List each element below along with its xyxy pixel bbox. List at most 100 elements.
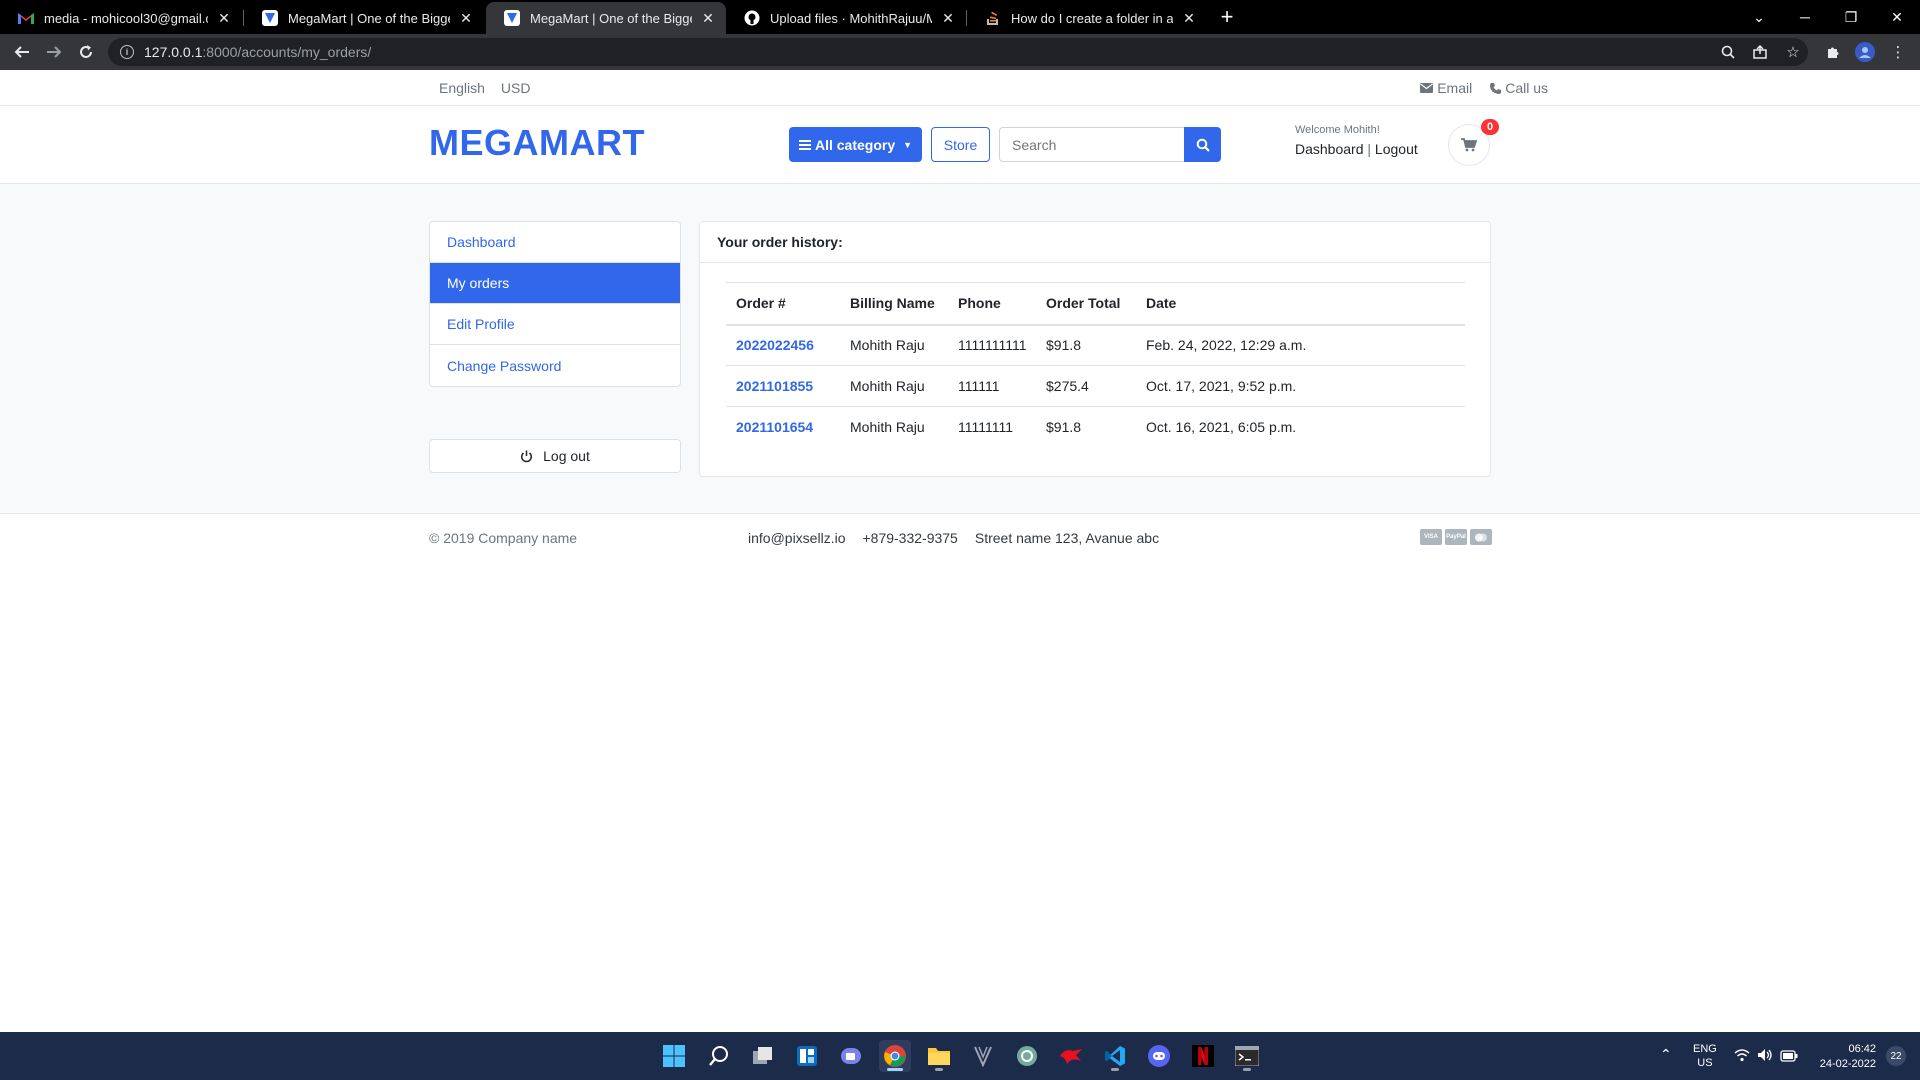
email-label: Email bbox=[1437, 80, 1473, 96]
call-link[interactable]: Call us bbox=[1490, 80, 1548, 96]
call-label: Call us bbox=[1505, 80, 1548, 96]
widgets-icon[interactable] bbox=[791, 1040, 823, 1072]
paypal-card-icon: PayPal bbox=[1445, 529, 1467, 545]
alienware-icon[interactable] bbox=[967, 1040, 999, 1072]
shopping-cart-icon bbox=[1461, 138, 1477, 152]
tab-megamart-1[interactable]: MegaMart | One of the Biggest C ✕ bbox=[244, 2, 484, 34]
site-info-icon[interactable]: i bbox=[120, 45, 134, 59]
order-number-link[interactable]: 2022022456 bbox=[726, 324, 840, 366]
forward-button[interactable] bbox=[42, 40, 66, 64]
sidebar-item-edit-profile[interactable]: Edit Profile bbox=[430, 304, 680, 345]
browser-toolbar: i 127.0.0.1:8000/accounts/my_orders/ ☆ ⋮ bbox=[0, 34, 1920, 70]
notification-count: 22 bbox=[1890, 1050, 1902, 1062]
chrome-icon[interactable] bbox=[879, 1040, 911, 1072]
table-header-row: Order # Billing Name Phone Order Total D… bbox=[726, 282, 1465, 326]
language-selector[interactable]: English bbox=[439, 80, 485, 96]
search-button[interactable] bbox=[1184, 127, 1221, 162]
tab-title: Upload files · MohithRajuu/Mega bbox=[770, 10, 932, 26]
tray-overflow-chevron-icon[interactable]: ⌃ bbox=[1660, 1046, 1672, 1063]
order-total-cell: $91.8 bbox=[1046, 419, 1082, 436]
discord-icon[interactable] bbox=[1143, 1040, 1175, 1072]
tab-megamart-active[interactable]: MegaMart | One of the Biggest C ✕ bbox=[486, 2, 726, 34]
back-button[interactable] bbox=[10, 40, 34, 64]
battery-icon[interactable] bbox=[1780, 1049, 1798, 1067]
order-number-link[interactable]: 2021101654 bbox=[726, 407, 840, 448]
tab-gmail[interactable]: media - mohicool30@gmail.com ✕ bbox=[0, 2, 242, 34]
date-cell: Oct. 16, 2021, 6:05 p.m. bbox=[1146, 419, 1297, 436]
dashboard-link[interactable]: Dashboard bbox=[1295, 141, 1364, 157]
chatgpt-icon[interactable] bbox=[1011, 1040, 1043, 1072]
sidebar-item-change-password[interactable]: Change Password bbox=[430, 345, 680, 386]
chrome-menu-icon[interactable]: ⋮ bbox=[1888, 42, 1908, 62]
volume-icon[interactable] bbox=[1757, 1048, 1773, 1067]
extensions-puzzle-icon[interactable] bbox=[1823, 42, 1843, 62]
column-header: Order # bbox=[726, 282, 840, 326]
close-icon[interactable]: ✕ bbox=[700, 10, 716, 27]
brand-logo[interactable]: MEGAMART bbox=[429, 122, 645, 164]
tab-search-icon[interactable]: ⌄ bbox=[1736, 0, 1782, 34]
file-explorer-icon[interactable] bbox=[923, 1040, 955, 1072]
tab-title: MegaMart | One of the Biggest C bbox=[530, 10, 692, 26]
minimize-button[interactable]: ─ bbox=[1782, 0, 1828, 34]
footer-phone[interactable]: +879-332-9375 bbox=[862, 530, 957, 546]
currency-selector[interactable]: USD bbox=[501, 80, 531, 96]
log-out-label: Log out bbox=[543, 448, 590, 464]
date-cell: Feb. 24, 2022, 12:29 a.m. bbox=[1136, 324, 1465, 366]
billing-name-cell: Mohith Raju bbox=[840, 365, 948, 407]
search-icon[interactable] bbox=[703, 1040, 735, 1072]
tab-stackoverflow[interactable]: How do I create a folder in a Gith ✕ bbox=[967, 2, 1207, 34]
clock-date: 24-02-2022 bbox=[1819, 1058, 1876, 1070]
caret-down-icon: ▼ bbox=[903, 139, 913, 150]
order-number-link[interactable]: 2021101855 bbox=[726, 365, 840, 407]
table-row: 2021101855 Mohith Raju 111111 $275.4 Oct… bbox=[726, 365, 1465, 407]
tab-github[interactable]: Upload files · MohithRajuu/Mega ✕ bbox=[726, 2, 966, 34]
order-history-card: Your order history: Order # Billing Name… bbox=[699, 221, 1491, 477]
netflix-icon[interactable] bbox=[1187, 1040, 1219, 1072]
lang-bottom: US bbox=[1697, 1057, 1713, 1069]
notification-badge[interactable]: 22 bbox=[1886, 1046, 1906, 1066]
close-icon[interactable]: ✕ bbox=[458, 10, 474, 27]
lang-top: ENG bbox=[1693, 1043, 1717, 1055]
close-icon[interactable]: ✕ bbox=[216, 10, 232, 27]
order-history-heading: Your order history: bbox=[700, 222, 1490, 263]
windows-start-icon[interactable] bbox=[658, 1040, 690, 1072]
clock[interactable]: 06:42 24-02-2022 bbox=[1812, 1042, 1876, 1072]
terminal-icon[interactable] bbox=[1231, 1040, 1263, 1072]
reload-button[interactable] bbox=[74, 40, 98, 64]
page-viewport: English USD Email Call us MEGAMART All c… bbox=[0, 70, 1920, 1032]
task-view-icon[interactable] bbox=[747, 1040, 779, 1072]
column-header: Order Total bbox=[1036, 282, 1136, 326]
phone-cell: 111111 bbox=[948, 365, 1036, 407]
new-tab-button[interactable]: + bbox=[1215, 6, 1239, 30]
store-button[interactable]: Store bbox=[931, 127, 990, 162]
sidebar-item-my-orders[interactable]: My orders bbox=[430, 263, 680, 304]
address-bar[interactable]: i 127.0.0.1:8000/accounts/my_orders/ bbox=[108, 38, 1808, 66]
hamburger-icon bbox=[798, 139, 811, 150]
sidebar-item-dashboard[interactable]: Dashboard bbox=[430, 222, 680, 263]
teams-chat-icon[interactable] bbox=[835, 1040, 867, 1072]
restore-button[interactable]: ❐ bbox=[1828, 0, 1874, 34]
vscode-icon[interactable] bbox=[1099, 1040, 1131, 1072]
zoom-icon[interactable] bbox=[1718, 42, 1738, 62]
envelope-icon bbox=[1420, 83, 1434, 93]
logout-link[interactable]: Logout bbox=[1375, 141, 1418, 157]
stackoverflow-icon bbox=[985, 10, 1001, 26]
log-out-button[interactable]: Log out bbox=[429, 439, 681, 473]
search-input[interactable] bbox=[999, 127, 1184, 162]
close-window-button[interactable]: ✕ bbox=[1874, 0, 1920, 34]
column-header: Date bbox=[1136, 282, 1465, 326]
share-icon[interactable] bbox=[1750, 42, 1770, 62]
site-header: MEGAMART All category ▼ Store Welcome Mo… bbox=[0, 106, 1920, 184]
wifi-icon[interactable] bbox=[1734, 1048, 1750, 1067]
footer-email[interactable]: info@pixsellz.io bbox=[748, 530, 845, 546]
close-icon[interactable]: ✕ bbox=[1181, 10, 1197, 27]
bookmark-star-icon[interactable]: ☆ bbox=[1783, 42, 1803, 62]
all-category-button[interactable]: All category ▼ bbox=[789, 127, 922, 162]
email-link[interactable]: Email bbox=[1420, 80, 1472, 96]
redragon-icon[interactable] bbox=[1055, 1040, 1087, 1072]
input-language-indicator[interactable]: ENG US bbox=[1693, 1042, 1717, 1070]
power-icon bbox=[521, 450, 533, 462]
close-icon[interactable]: ✕ bbox=[940, 10, 956, 27]
profile-avatar[interactable] bbox=[1855, 42, 1875, 62]
account-links: Dashboard | Logout bbox=[1295, 141, 1418, 157]
